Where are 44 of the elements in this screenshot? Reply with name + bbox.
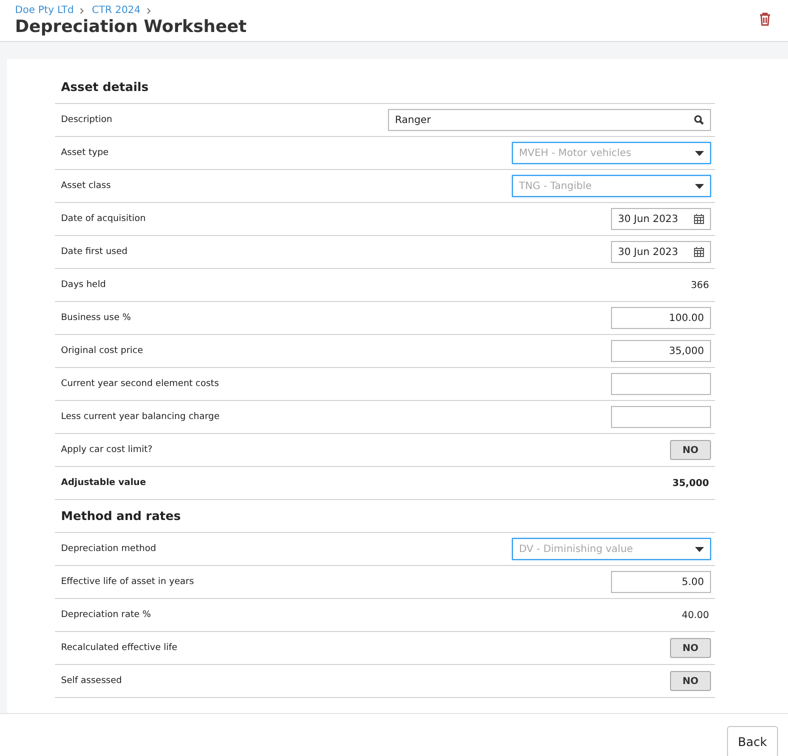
toggle-button[interactable]: NO (670, 440, 711, 460)
field-label: Depreciation method (61, 544, 156, 554)
caret-icon[interactable] (695, 546, 704, 552)
input-field[interactable] (611, 373, 711, 395)
field-label: Recalculated effective life (61, 643, 178, 653)
field-label: Business use % (61, 313, 131, 323)
section-heading: Asset details (55, 71, 715, 104)
toggle-button[interactable]: NO (670, 638, 711, 658)
input-field[interactable] (611, 406, 711, 428)
caret-icon[interactable] (695, 184, 704, 188)
input-field[interactable]: 5.00 (611, 571, 711, 593)
field-label: Apply car cost limit? (61, 445, 152, 455)
field-label: Date first used (61, 247, 128, 257)
field-label: Less current year balancing charge (61, 412, 220, 422)
calendar-icon[interactable] (694, 247, 704, 257)
input-field[interactable]: 35,000 (611, 340, 711, 362)
field-label: Description (61, 115, 112, 125)
chevron-icon (80, 8, 84, 14)
trash-icon[interactable] (759, 12, 771, 26)
chevron-icon (146, 8, 151, 14)
field-label: Depreciation rate % (61, 610, 151, 620)
caret-icon[interactable] (695, 150, 704, 156)
back-button[interactable]: Back (726, 726, 778, 756)
field-value: 35,000 (672, 478, 710, 488)
field-label: Asset type (61, 148, 109, 158)
search-icon[interactable] (694, 115, 704, 125)
field-label: Date of acquisition (61, 214, 146, 224)
field-label: Effective life of asset in years (61, 577, 194, 587)
field-label: Adjustable value (61, 478, 146, 488)
date-field[interactable]: 30 Jun 2023 (611, 241, 711, 263)
field-label: Asset class (61, 181, 111, 191)
page-title: Depreciation Worksheet (15, 16, 247, 38)
field-value: 366 (690, 280, 710, 290)
field-label: Current year second element costs (61, 379, 219, 389)
field-label: Original cost price (61, 346, 144, 356)
field-value: 40.00 (682, 610, 710, 620)
toggle-button[interactable]: NO (670, 671, 711, 691)
field-label: Days held (61, 280, 106, 290)
input-field[interactable]: 100.00 (611, 307, 711, 329)
date-field[interactable]: 30 Jun 2023 (611, 208, 711, 230)
field-label: Self assessed (61, 676, 122, 686)
search-field[interactable]: Ranger (388, 109, 711, 131)
calendar-icon[interactable] (694, 214, 704, 224)
section-heading: Method and rates (55, 500, 715, 533)
